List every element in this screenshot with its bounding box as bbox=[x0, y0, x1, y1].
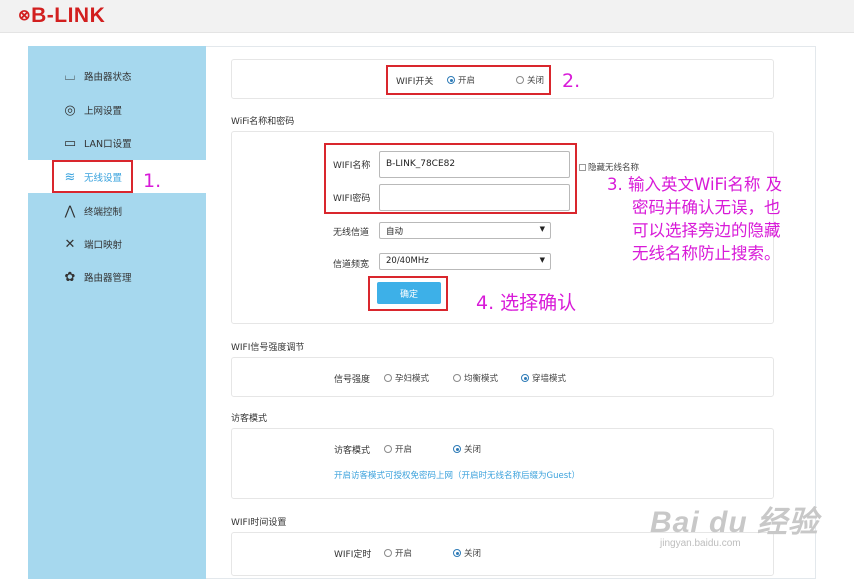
sidebar-item-terminal-control[interactable]: ⋀ 终端控制 bbox=[28, 194, 206, 227]
annotation-step-3-line: 3. 输入英文WiFi名称 及 bbox=[607, 175, 783, 194]
guest-panel bbox=[231, 428, 774, 499]
wifi-switch-label: WIFI开关 bbox=[396, 77, 434, 87]
radio-dot bbox=[384, 445, 392, 453]
chevron-down-icon: ▼ bbox=[539, 256, 545, 264]
terminal-control-icon: ⋀ bbox=[64, 203, 76, 219]
annotation-step-1: 1. bbox=[143, 170, 162, 192]
radio-label: 关闭 bbox=[464, 549, 482, 559]
signal-radio-pregnant[interactable]: 孕妇模式 bbox=[384, 372, 429, 384]
bandwidth-select-value: 20/40MHz bbox=[386, 256, 429, 266]
hide-ssid-checkbox[interactable]: 隐藏无线名称 bbox=[579, 161, 639, 173]
section-title-name-password: WiFi名称和密码 bbox=[231, 117, 295, 127]
annotation-step-3-line: 密码并确认无误，也 bbox=[632, 198, 781, 217]
timer-on-radio[interactable]: 开启 bbox=[384, 547, 412, 559]
guest-on-radio[interactable]: 开启 bbox=[384, 443, 412, 455]
radio-label: 穿墙模式 bbox=[532, 374, 567, 384]
top-header: ⊗B-LINK bbox=[0, 0, 854, 33]
router-status-icon: ⌴ bbox=[64, 68, 76, 84]
radio-dot bbox=[453, 549, 461, 557]
sidebar-item-label: 路由器状态 bbox=[84, 72, 132, 83]
radio-dot bbox=[453, 445, 461, 453]
baidu-watermark: Bai du 经验 jingyan.baidu.com bbox=[650, 497, 819, 549]
section-title-timer: WIFI时间设置 bbox=[231, 518, 287, 528]
radio-label: 开启 bbox=[458, 76, 476, 86]
checkbox-box bbox=[579, 163, 586, 171]
radio-label: 孕妇模式 bbox=[395, 374, 430, 384]
signal-radio-balanced[interactable]: 均衡模式 bbox=[453, 372, 498, 384]
section-title-guest: 访客模式 bbox=[231, 414, 268, 424]
sidebar-item-label: 端口映射 bbox=[84, 240, 123, 251]
sidebar-item-label: 上网设置 bbox=[84, 106, 123, 117]
annotation-step-4: 4. 选择确认 bbox=[476, 292, 577, 314]
watermark-main: Bai du 经验 bbox=[650, 506, 820, 539]
globe-icon: ◎ bbox=[64, 102, 76, 118]
monitor-icon: ▭ bbox=[63, 135, 77, 151]
chevron-down-icon: ▼ bbox=[539, 225, 545, 233]
radio-dot bbox=[384, 374, 392, 382]
signal-strength-label: 信号强度 bbox=[334, 375, 371, 385]
sidebar-item-router-status[interactable]: ⌴ 路由器状态 bbox=[28, 59, 206, 92]
sidebar-item-lan[interactable]: ▭ LAN口设置 bbox=[28, 126, 206, 159]
signal-radio-wall[interactable]: 穿墙模式 bbox=[521, 372, 566, 384]
guest-mode-label: 访客模式 bbox=[334, 446, 371, 456]
channel-select[interactable]: 自动 ▼ bbox=[379, 222, 551, 239]
wifi-password-label: WIFI密码 bbox=[333, 194, 371, 204]
radio-label: 关闭 bbox=[527, 76, 545, 86]
radio-dot bbox=[521, 374, 529, 382]
gear-icon: ✿ bbox=[64, 269, 76, 285]
sidebar: ⌴ 路由器状态 ◎ 上网设置 ▭ LAN口设置 ≋ 无线设置 ⋀ 终端控制 ✕ … bbox=[28, 46, 206, 579]
section-title-signal: WIFI信号强度调节 bbox=[231, 343, 305, 353]
logo-text: B-LINK bbox=[31, 4, 106, 27]
annotation-step-2: 2. bbox=[562, 70, 581, 92]
sidebar-item-label: LAN口设置 bbox=[84, 139, 132, 150]
channel-select-value: 自动 bbox=[386, 227, 404, 237]
confirm-button[interactable]: 确定 bbox=[377, 282, 441, 304]
wifi-name-input[interactable]: B-LINK_78CE82 bbox=[379, 151, 570, 178]
highlight-box-wireless bbox=[52, 160, 133, 193]
radio-dot bbox=[453, 374, 461, 382]
tools-icon: ✕ bbox=[64, 236, 76, 252]
guest-mode-hint: 开启访客模式可授权免密码上网（开启时无线名称后缀为Guest） bbox=[334, 471, 580, 481]
bandwidth-select[interactable]: 20/40MHz ▼ bbox=[379, 253, 551, 270]
radio-label: 开启 bbox=[395, 549, 413, 559]
radio-label: 开启 bbox=[395, 445, 413, 455]
sidebar-item-label: 路由器管理 bbox=[84, 273, 132, 284]
wifi-password-input[interactable] bbox=[379, 184, 570, 211]
wifi-switch-off-radio[interactable]: 关闭 bbox=[516, 74, 544, 86]
sidebar-item-port-mapping[interactable]: ✕ 端口映射 bbox=[28, 227, 206, 260]
sidebar-item-label: 终端控制 bbox=[84, 207, 123, 218]
router-admin-page: ⊗B-LINK ⌴ 路由器状态 ◎ 上网设置 ▭ LAN口设置 ≋ 无线设置 ⋀… bbox=[0, 0, 854, 579]
wifi-switch-on-radio[interactable]: 开启 bbox=[447, 74, 475, 86]
signal-panel bbox=[231, 357, 774, 397]
radio-dot bbox=[447, 76, 455, 84]
checkbox-label: 隐藏无线名称 bbox=[588, 163, 640, 173]
guest-off-radio[interactable]: 关闭 bbox=[453, 443, 481, 455]
blink-logo: ⊗B-LINK bbox=[18, 4, 106, 27]
radio-label: 均衡模式 bbox=[464, 374, 499, 384]
wifi-timer-label: WIFI定时 bbox=[334, 550, 372, 560]
radio-label: 关闭 bbox=[464, 445, 482, 455]
sidebar-item-router-admin[interactable]: ✿ 路由器管理 bbox=[28, 260, 206, 293]
wifi-name-label: WIFI名称 bbox=[333, 161, 371, 171]
timer-off-radio[interactable]: 关闭 bbox=[453, 547, 481, 559]
radio-dot bbox=[384, 549, 392, 557]
sidebar-item-internet[interactable]: ◎ 上网设置 bbox=[28, 93, 206, 126]
annotation-step-3: 3. 输入英文WiFi名称 及 密码并确认无误，也 可以选择旁边的隐藏 无线名称… bbox=[607, 173, 782, 265]
annotation-step-3-line: 无线名称防止搜索。 bbox=[632, 244, 781, 263]
channel-label: 无线信道 bbox=[333, 228, 370, 238]
annotation-step-3-line: 可以选择旁边的隐藏 bbox=[632, 221, 781, 240]
bandwidth-label: 信道频宽 bbox=[333, 260, 370, 270]
radio-dot bbox=[516, 76, 524, 84]
